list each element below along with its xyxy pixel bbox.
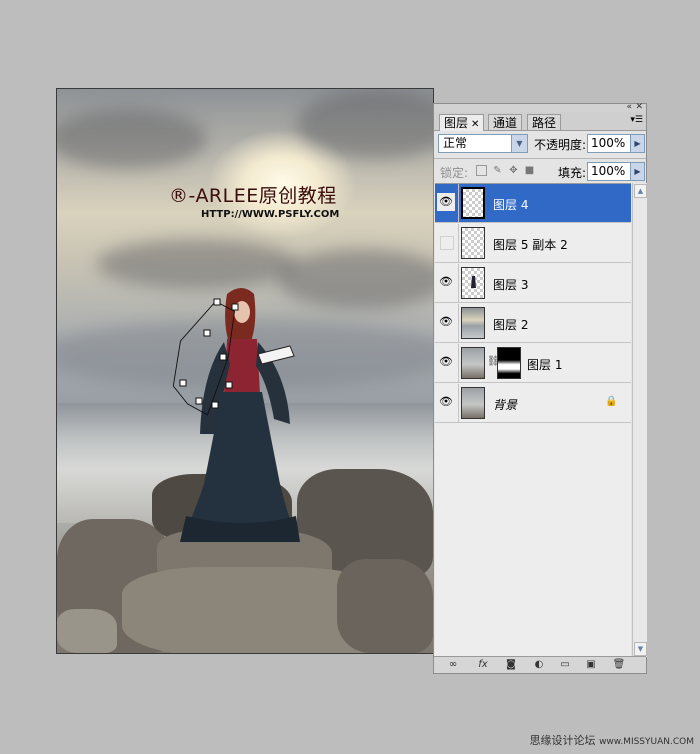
scroll-up-icon[interactable]: ▲ [634, 184, 647, 198]
lock-label: 锁定: [440, 166, 469, 180]
layer-row-2[interactable]: 👁 图层 2 [435, 304, 631, 343]
figure-thumb-icon [471, 276, 476, 288]
watermark-title: ®-ARLEE原创教程 [169, 185, 337, 207]
tab-layers[interactable]: 图层 ✕ [439, 114, 485, 131]
layer-name[interactable]: 背景 [493, 396, 517, 413]
visibility-toggle-off[interactable] [440, 236, 454, 250]
woman-figure[interactable] [172, 284, 312, 554]
eye-icon[interactable]: 👁 [437, 273, 455, 291]
lock-fill-row: 锁定: ✎ ✥ ■ 填充: 100% ▶ [438, 162, 645, 182]
panel-title-bar[interactable]: « ✕ [434, 103, 646, 112]
layer-thumbnail [461, 387, 485, 419]
layer-name[interactable]: 图层 4 [493, 196, 528, 213]
panel-bottom-toolbar: ∞ fx ◙ ◐ ▭ ▣ 🗑 [434, 656, 646, 673]
chevron-down-icon[interactable]: ▼ [511, 135, 527, 152]
tab-paths[interactable]: 路径 [527, 114, 562, 130]
panel-tabs: 图层 ✕ 通道 路径 ▾☰ [434, 112, 646, 131]
opacity-field[interactable]: 100% ▶ [587, 134, 645, 153]
layer-thumbnail [461, 307, 485, 339]
lock-position-icon[interactable]: ✥ [508, 165, 519, 176]
lock-icon: 🔒 [605, 396, 618, 407]
layer-name[interactable]: 图层 3 [493, 276, 528, 293]
layers-panel: « ✕ 图层 ✕ 通道 路径 ▾☰ 正常 ▼ 不透明度: 100% ▶ 锁定: ✎… [433, 103, 647, 674]
opacity-label: 不透明度: [534, 138, 587, 152]
cloud [57, 109, 207, 169]
blend-opacity-row: 正常 ▼ 不透明度: 100% ▶ [438, 134, 645, 154]
cloud [97, 239, 297, 289]
document-canvas[interactable]: ®-ARLEE原创教程 HTTP://WWW.PSFLY.COM [56, 88, 434, 654]
eye-icon[interactable]: 👁 [437, 193, 455, 211]
eye-icon[interactable]: 👁 [437, 393, 455, 411]
layer-row-1[interactable]: 👁 ⛓ 图层 1 [435, 344, 631, 383]
adjustment-layer-icon[interactable]: ◐ [532, 659, 546, 671]
layer-list: 👁 图层 4 图层 5 副本 2 👁 图层 3 👁 图层 2 👁 ⛓ 图层 1 … [435, 183, 631, 658]
layer-row-3[interactable]: 👁 图层 3 [435, 264, 631, 303]
lock-pixels-icon[interactable]: ✎ [492, 165, 503, 176]
chevron-right-icon[interactable]: ▶ [630, 163, 644, 180]
layer-thumbnail [461, 227, 485, 259]
eye-icon[interactable]: 👁 [437, 313, 455, 331]
layer-row-4[interactable]: 👁 图层 4 [435, 184, 631, 223]
chevron-right-icon[interactable]: ▶ [630, 135, 644, 152]
footer-watermark: 思缘设计论坛 www.MISSYUAN.COM [529, 734, 694, 747]
rock [57, 609, 117, 653]
fill-label: 填充: [558, 166, 587, 180]
layer-list-scrollbar[interactable]: ▲ ▼ [632, 183, 647, 657]
panel-menu-icon[interactable]: ▾☰ [630, 115, 643, 125]
close-icon[interactable]: ✕ [635, 103, 643, 112]
collapse-icon[interactable]: « [626, 103, 632, 112]
group-folder-icon[interactable]: ▭ [558, 659, 572, 671]
layer-name[interactable]: 图层 5 副本 2 [493, 236, 568, 253]
eye-icon[interactable]: 👁 [437, 353, 455, 371]
link-layers-icon[interactable]: ∞ [446, 659, 460, 671]
blend-mode-select[interactable]: 正常 ▼ [438, 134, 528, 153]
layer-row-5-copy-2[interactable]: 图层 5 副本 2 [435, 224, 631, 263]
layer-thumbnail [461, 267, 485, 299]
new-layer-icon[interactable]: ▣ [584, 659, 598, 671]
layer-name[interactable]: 图层 1 [527, 356, 562, 373]
layer-name[interactable]: 图层 2 [493, 316, 528, 333]
layer-thumbnail [461, 187, 485, 219]
tab-channels[interactable]: 通道 [488, 114, 523, 130]
layer-row-background[interactable]: 👁 背景 🔒 [435, 384, 631, 423]
trash-icon[interactable]: 🗑 [612, 659, 626, 671]
divider [434, 158, 646, 159]
layer-thumbnail [461, 347, 485, 379]
layer-mask-icon[interactable]: ◙ [504, 659, 518, 671]
layer-mask-thumbnail[interactable] [497, 347, 521, 379]
watermark: ®-ARLEE原创教程 HTTP://WWW.PSFLY.COM [169, 181, 349, 220]
fx-icon[interactable]: fx [476, 659, 490, 671]
lock-all-icon[interactable]: ■ [524, 165, 535, 176]
tab-close-icon[interactable]: ✕ [471, 119, 479, 130]
watermark-url: HTTP://WWW.PSFLY.COM [201, 209, 340, 220]
lock-transparency-icon[interactable] [476, 165, 487, 176]
rock [337, 559, 433, 653]
scroll-down-icon[interactable]: ▼ [634, 642, 647, 656]
fill-field[interactable]: 100% ▶ [587, 162, 645, 181]
